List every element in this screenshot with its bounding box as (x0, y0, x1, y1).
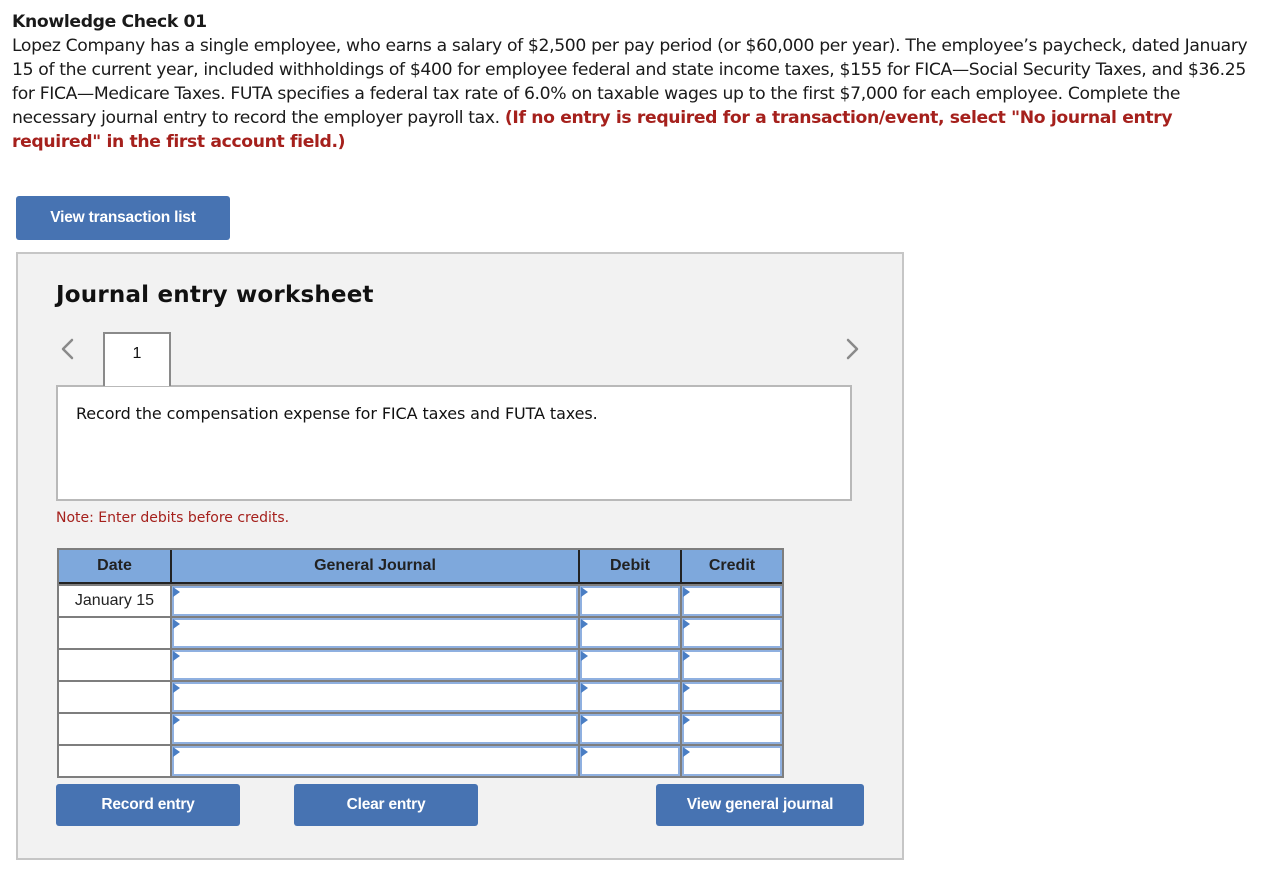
credit-input[interactable] (682, 586, 782, 616)
account-input[interactable] (172, 586, 578, 616)
chevron-right-icon (846, 338, 859, 360)
date-cell: January 15 (59, 586, 170, 616)
date-cell (59, 682, 170, 712)
view-general-journal-button[interactable]: View general journal (656, 784, 864, 826)
debit-input[interactable] (580, 746, 680, 776)
credit-input[interactable] (682, 618, 782, 648)
journal-entry-worksheet: Journal entry worksheet 1 Record the com… (16, 252, 904, 860)
debit-input[interactable] (580, 714, 680, 744)
column-header-debit: Debit (580, 550, 682, 584)
date-cell (59, 618, 170, 648)
account-input[interactable] (172, 714, 578, 744)
column-header-credit: Credit (682, 550, 782, 584)
date-cell (59, 714, 170, 744)
credit-input[interactable] (682, 650, 782, 680)
account-input[interactable] (172, 618, 578, 648)
record-entry-button[interactable]: Record entry (56, 784, 240, 826)
account-input[interactable] (172, 650, 578, 680)
credit-input[interactable] (682, 714, 782, 744)
debit-input[interactable] (580, 682, 680, 712)
date-cell (59, 746, 170, 776)
account-input[interactable] (172, 682, 578, 712)
chevron-left-icon (61, 338, 74, 360)
worksheet-title: Journal entry worksheet (56, 282, 374, 308)
column-header-date: Date (59, 550, 172, 584)
question-text: Knowledge Check 01 Lopez Company has a s… (12, 10, 1262, 154)
date-cell (59, 650, 170, 680)
credit-input[interactable] (682, 746, 782, 776)
debit-input[interactable] (580, 586, 680, 616)
entry-tab-1[interactable]: 1 (103, 332, 171, 386)
entry-note: Note: Enter debits before credits. (56, 510, 290, 526)
debit-input[interactable] (580, 618, 680, 648)
account-input[interactable] (172, 746, 578, 776)
clear-entry-button[interactable]: Clear entry (294, 784, 478, 826)
journal-table: Date General Journal Debit Credit Januar… (57, 548, 784, 778)
credit-input[interactable] (682, 682, 782, 712)
next-entry-button[interactable] (842, 336, 862, 362)
view-transaction-list-button[interactable]: View transaction list (16, 196, 230, 240)
entry-instructions: Record the compensation expense for FICA… (56, 385, 852, 501)
previous-entry-button[interactable] (58, 336, 78, 362)
question-title: Knowledge Check 01 (12, 12, 207, 32)
debit-input[interactable] (580, 650, 680, 680)
column-header-general-journal: General Journal (172, 550, 580, 584)
